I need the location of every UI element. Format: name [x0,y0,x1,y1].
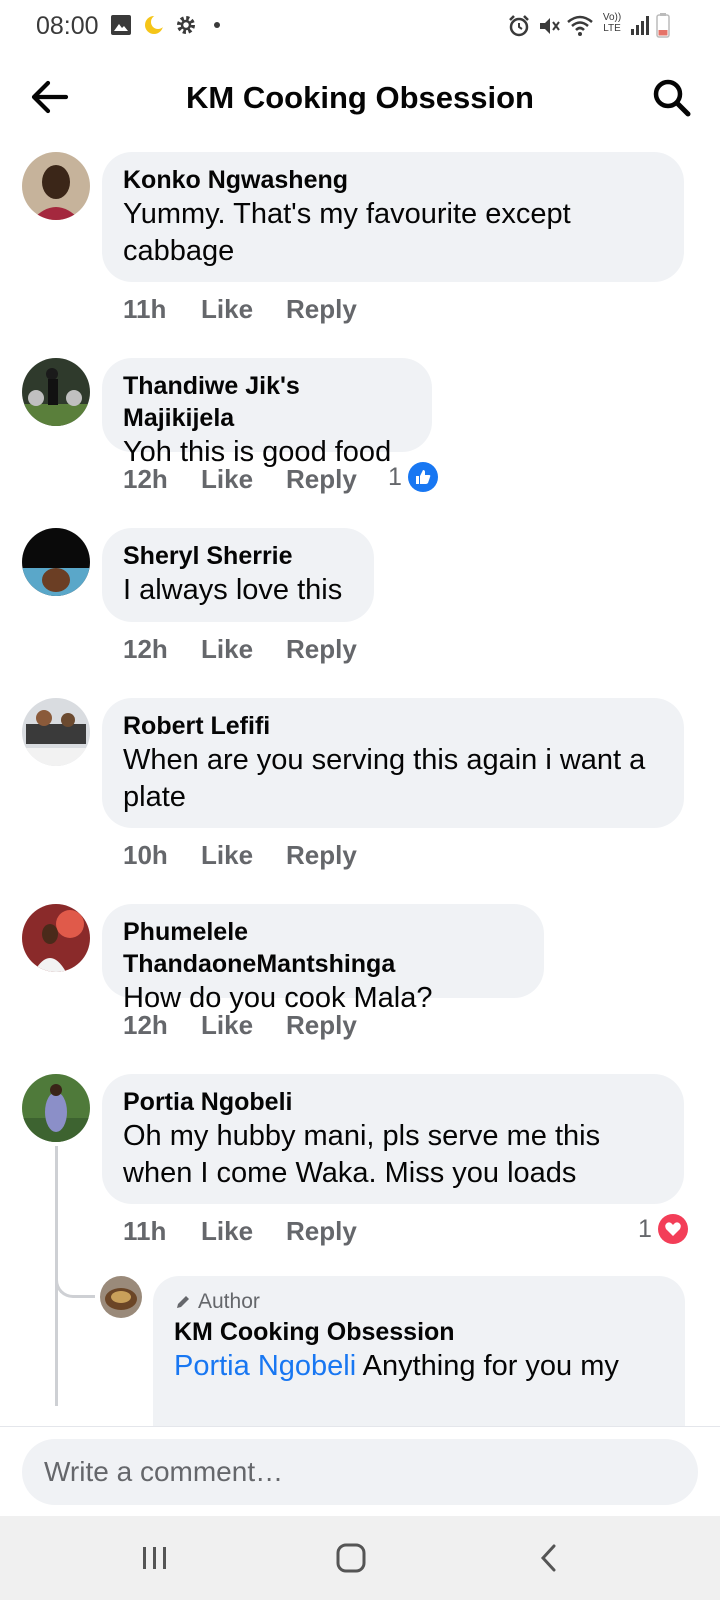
reply-text-body: Anything for you my [356,1350,619,1382]
reply-bubble[interactable]: Author KM Cooking Obsession Portia Ngobe… [153,1276,685,1426]
like-button[interactable]: Like [201,1216,286,1247]
comment-time: 12h [123,1010,168,1040]
avatar[interactable] [22,528,90,596]
comment-actions: 12h Like Reply [123,464,386,495]
comment-thread: Konko Ngwasheng Yummy. That's my favouri… [0,144,720,1426]
like-button[interactable]: Like [201,464,286,495]
system-nav-bar [0,1516,720,1600]
comment-actions: 12h Like Reply [123,1010,386,1041]
comment-bubble[interactable]: Sheryl Sherrie I always love this [102,528,374,622]
comment-time: 12h [123,464,168,494]
search-icon [653,79,691,117]
comment-text: Oh my hubby mani, pls serve me this [123,1120,601,1152]
reaction-count: 1 [388,462,402,491]
comment-bubble[interactable]: Phumelele ThandaoneMantshinga How do you… [102,904,544,1014]
reply-button[interactable]: Reply [286,294,386,325]
comment-text: I always love this [123,574,343,606]
like-button[interactable]: Like [201,294,286,325]
reply-button[interactable]: Reply [286,1216,386,1247]
commenter-name[interactable]: Phumelele ThandaoneMantshinga [123,916,524,980]
wifi-icon [567,15,593,36]
like-button[interactable]: Like [201,634,286,665]
commenter-name[interactable]: Robert Lefifi [123,710,664,742]
app-header: KM Cooking Obsession [0,52,720,144]
heart-icon [657,1214,688,1244]
reply-button[interactable]: Reply [286,840,386,871]
reaction-count: 1 [638,1214,652,1243]
comment-actions: 10h Like Reply [123,840,386,871]
image-icon [111,15,131,35]
author-badge: Author [174,1288,665,1316]
comment-bubble[interactable]: Thandiwe Jik's Majikijela Yoh this is go… [102,358,432,468]
volte-icon: Vo)) LTE [602,12,622,34]
home-button[interactable] [326,1534,376,1582]
avatar[interactable] [22,698,90,766]
mention-link[interactable]: Portia Ngobeli [174,1350,356,1382]
comment-actions: 11h Like Reply [123,294,386,325]
back-nav-button[interactable] [524,1534,574,1582]
comment-text: cabbage [123,235,235,267]
comment-time: 12h [123,634,168,664]
commenter-name[interactable]: Sheryl Sherrie [123,540,354,572]
chevron-left-icon [540,1544,556,1572]
recent-apps-icon [143,1547,166,1569]
like-button[interactable]: Like [201,1010,286,1041]
avatar[interactable] [22,358,90,426]
comment-time: 10h [123,840,168,870]
like-button[interactable]: Like [201,840,286,871]
comment-text: When are you serving this again i want a [123,744,646,776]
reply-button[interactable]: Reply [286,634,386,665]
battery-icon [656,13,670,38]
avatar[interactable] [100,1276,142,1318]
status-time: 08:00 [36,12,99,40]
reply-button[interactable]: Reply [286,1010,386,1041]
author-badge-label: Author [198,1290,260,1313]
comment-text: plate [123,781,186,813]
status-bar: 08:00 Vo)) LTE [0,0,720,52]
commenter-name[interactable]: Konko Ngwasheng [123,164,664,196]
alarm-icon [509,15,529,37]
comment-input[interactable] [22,1439,698,1505]
moon-icon [145,15,165,34]
comment-composer [0,1426,720,1516]
comment-actions: 12h Like Reply [123,634,386,665]
reply-text: Portia Ngobeli Anything for you my [174,1348,665,1385]
search-button[interactable] [650,76,694,120]
dot-icon [214,22,220,28]
thread-connector [55,1270,95,1298]
comment-time: 11h [123,1216,167,1246]
comment-actions: 11h Like Reply [123,1216,386,1247]
commenter-name[interactable]: KM Cooking Obsession [174,1316,665,1348]
gear-icon [177,16,195,34]
avatar[interactable] [22,152,90,220]
reaction-summary[interactable]: 1 [638,1214,688,1244]
reply-button[interactable]: Reply [286,464,386,495]
signal-icon [631,16,649,35]
pencil-icon [177,1296,189,1308]
commenter-name[interactable]: Portia Ngobeli [123,1086,664,1118]
comment-text: Yummy. That's my favourite except [123,198,571,230]
page-title: KM Cooking Obsession [186,80,534,115]
avatar[interactable] [22,1074,90,1142]
mute-icon [540,18,560,34]
comment-bubble[interactable]: Konko Ngwasheng Yummy. That's my favouri… [102,152,684,282]
commenter-name[interactable]: Thandiwe Jik's Majikijela [123,370,412,434]
comment-bubble[interactable]: Portia Ngobeli Oh my hubby mani, pls ser… [102,1074,684,1204]
comment-time: 11h [123,294,167,324]
avatar[interactable] [22,904,90,972]
reaction-summary[interactable]: 1 [388,462,438,492]
comment-text: when I come Waka. Miss you loads [123,1157,577,1189]
comment-bubble[interactable]: Robert Lefifi When are you serving this … [102,698,684,828]
recent-apps-button[interactable] [130,1534,180,1582]
home-icon [336,1543,366,1573]
thumbs-up-icon [407,462,438,492]
